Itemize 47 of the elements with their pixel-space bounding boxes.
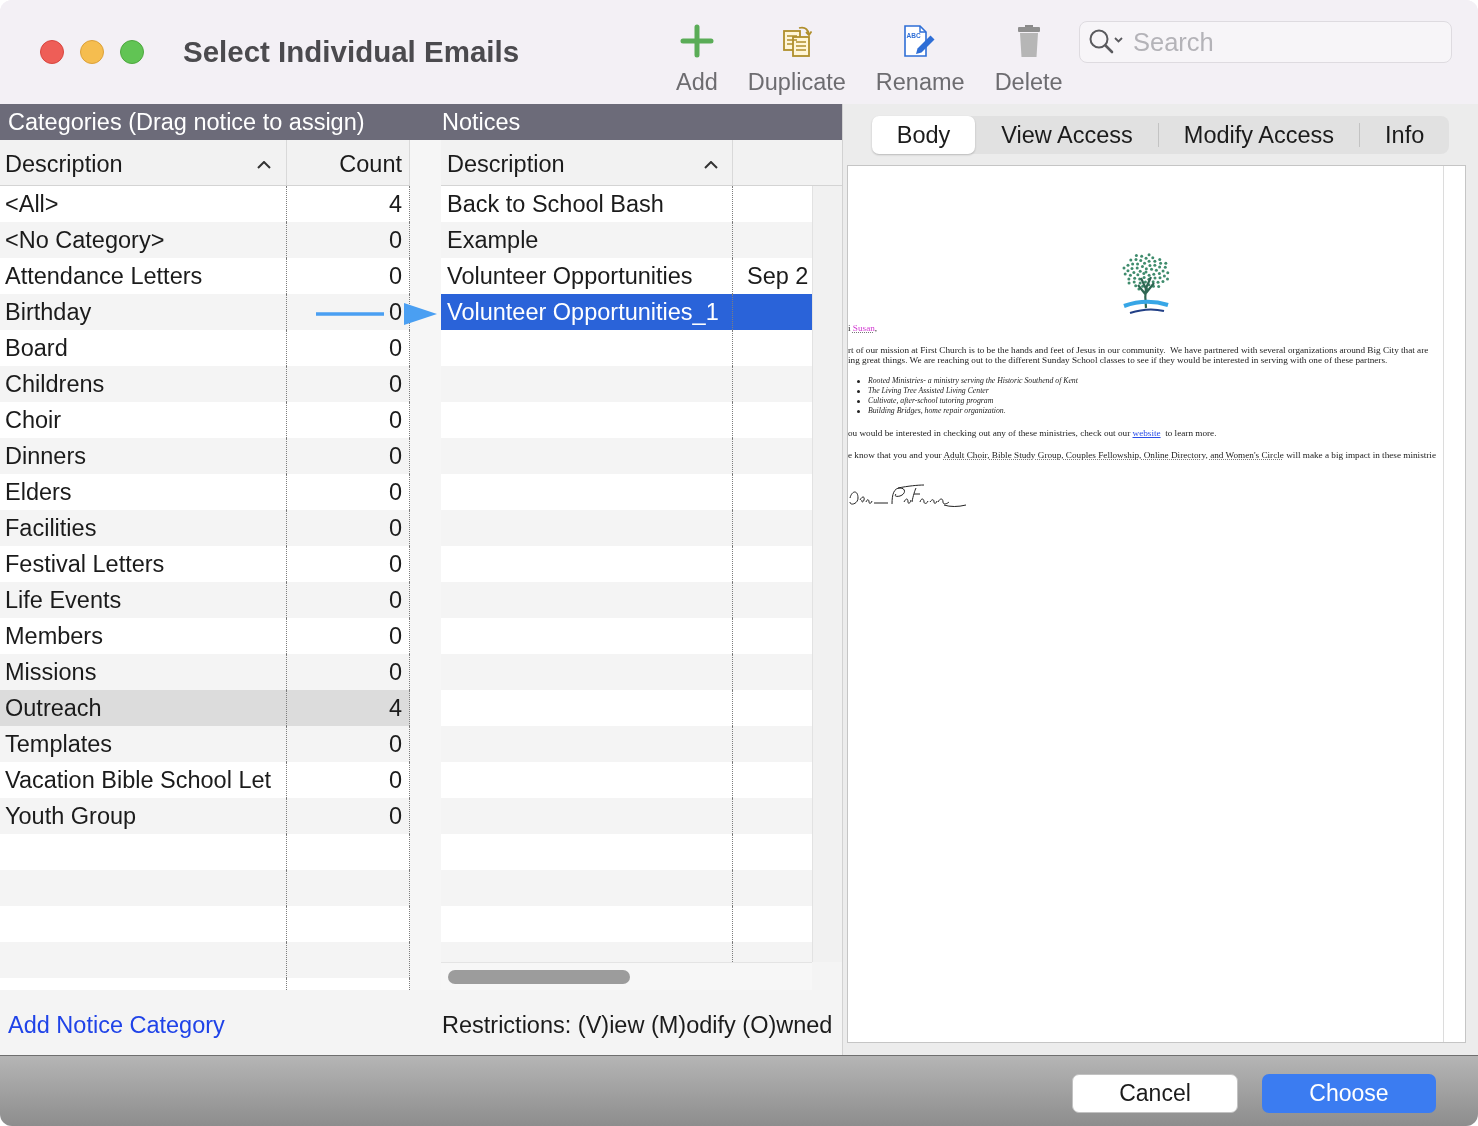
- copy-documents-icon: [781, 24, 812, 58]
- add-button[interactable]: Add: [661, 24, 733, 96]
- table-row[interactable]: Youth Group 0: [0, 798, 410, 834]
- zoom-button[interactable]: [120, 40, 144, 64]
- tab[interactable]: Modify Access: [1158, 116, 1360, 154]
- bullet-icon: [857, 389, 860, 393]
- table-row[interactable]: Facilities 0: [0, 510, 410, 546]
- tab[interactable]: View Access: [976, 116, 1158, 154]
- column-header[interactable]: Description: [0, 140, 287, 185]
- add-category-link[interactable]: Add Notice Category: [8, 1012, 225, 1038]
- bullet-icon: [857, 399, 860, 403]
- table-row[interactable]: Outreach 4: [0, 690, 410, 726]
- delete-button[interactable]: Delete: [979, 24, 1078, 96]
- search-icon: [1088, 28, 1124, 56]
- website-link[interactable]: website: [1132, 428, 1161, 438]
- choose-button[interactable]: Choose: [1262, 1073, 1436, 1113]
- bullet-icon: [857, 409, 860, 413]
- close-button[interactable]: [40, 40, 64, 64]
- tab[interactable]: Info: [1360, 116, 1450, 154]
- table-row[interactable]: Volunteer Opportunities_1: [441, 294, 812, 330]
- bullet-icon: [857, 379, 860, 383]
- trash-icon: [1015, 24, 1042, 58]
- panel-title: Notices: [442, 108, 521, 136]
- letter-paragraph: rt of our mission at First Church is to be the hands and feet of Jesus in our community. We have partnered with several organizations around Big City that are ing great things. We are reaching out to the different Sunday School classes to see if they would be interested in serving with one of these partners.: [848, 345, 1430, 365]
- table-row[interactable]: Dinners 0: [0, 438, 410, 474]
- letter-paragraph: e know that you and your Adult Choir, Bible Study Group, Couples Fellowship, Online Directory, and Women's Circle will make a big impact in these ministrie: [848, 450, 1437, 460]
- letter-greeting: i Susan,: [848, 323, 879, 333]
- cancel-button[interactable]: Cancel: [1072, 1073, 1238, 1113]
- column-header[interactable]: Description: [441, 140, 733, 185]
- table-row[interactable]: Childrens 0: [0, 366, 410, 402]
- search-field[interactable]: Search: [1079, 21, 1452, 63]
- window-title: Select Individual Emails: [183, 35, 521, 69]
- table-row[interactable]: Birthday 0: [0, 294, 410, 330]
- table-row[interactable]: <No Category> 0: [0, 222, 410, 258]
- tab[interactable]: Body: [871, 116, 976, 154]
- table-row[interactable]: Missions 0: [0, 654, 410, 690]
- restrictions-text: Restrictions: (V)iew (M)odify (O)wned: [442, 1012, 833, 1039]
- plus-icon: [679, 24, 714, 58]
- duplicate-button[interactable]: Duplicate: [732, 24, 861, 96]
- table-row[interactable]: Templates 0: [0, 726, 410, 762]
- table-cell-text: Sep 2: [746, 261, 810, 291]
- letter-paragraph: ou would be interested in checking out any of these ministries, check out our website to learn more.: [848, 428, 1218, 438]
- minimize-button[interactable]: [80, 40, 104, 64]
- panel-title: Categories (Drag notice to assign): [7, 108, 366, 136]
- table-row[interactable]: Life Events 0: [0, 582, 410, 618]
- scrollbar-thumb[interactable]: [448, 970, 630, 984]
- table-row[interactable]: Example: [441, 222, 812, 258]
